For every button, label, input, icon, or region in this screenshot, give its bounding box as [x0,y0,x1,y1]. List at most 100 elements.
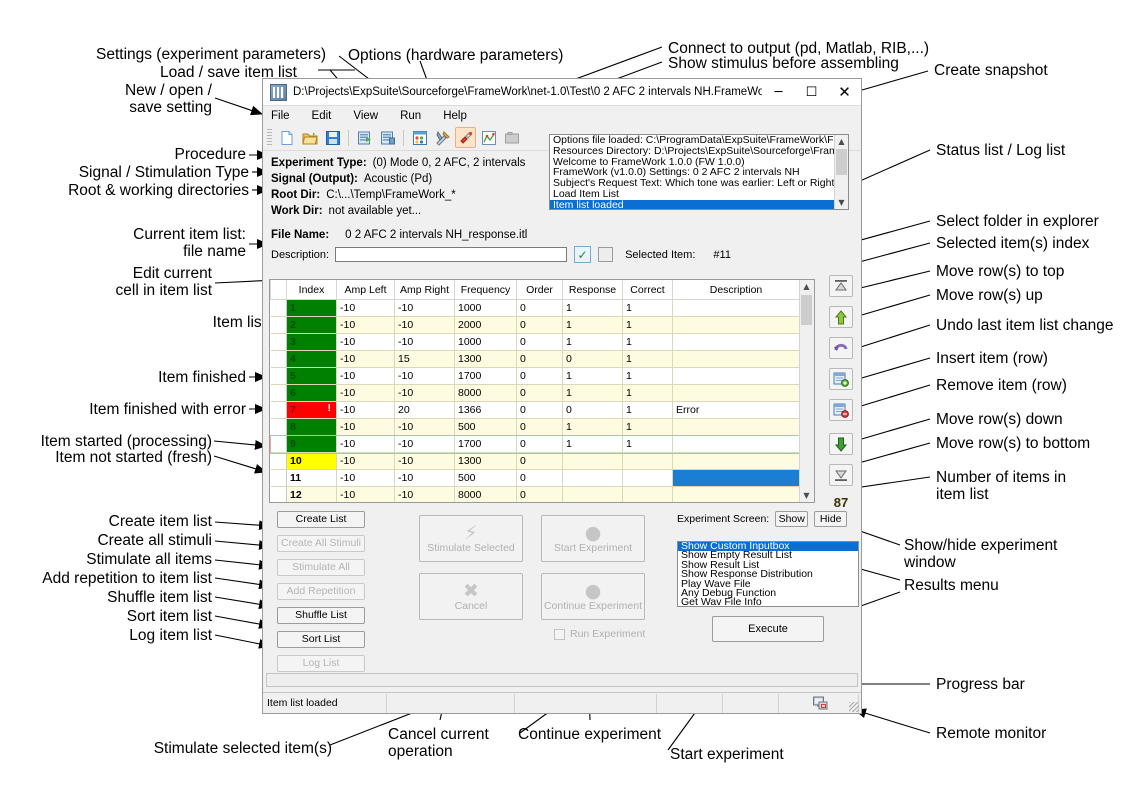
row-selector[interactable] [270,452,287,470]
scroll-up-icon[interactable]: ▲ [835,135,848,148]
col-index[interactable]: Index [286,280,337,300]
cell-description[interactable] [672,418,800,436]
cell-response[interactable]: 1 [562,384,623,402]
cell-order[interactable]: 0 [516,486,563,502]
remote-monitor-cell[interactable] [779,693,859,713]
cell-order[interactable]: 0 [516,401,563,419]
toolbar-grip[interactable] [267,129,272,146]
menu-file[interactable]: File [271,110,290,122]
select-folder-button[interactable] [598,247,614,262]
cell-correct[interactable]: 1 [622,401,673,419]
cell-index[interactable]: 4 [286,350,337,368]
results-menu-item[interactable]: Get Wav File Info [678,597,858,606]
cell-order[interactable]: 0 [516,384,563,402]
connect-output-icon[interactable] [455,127,476,148]
cell-correct[interactable]: 1 [622,333,673,351]
scrollbar-thumb[interactable] [836,149,847,175]
cell-response[interactable]: 1 [562,299,623,317]
row-selector[interactable] [270,418,287,436]
table-row[interactable]: 6 -10 -10 8000 0 1 1 [270,384,800,402]
cell-frequency[interactable]: 1700 [454,367,517,385]
cell-response[interactable]: 0 [562,401,623,419]
cell-order[interactable]: 0 [516,350,563,368]
cell-frequency[interactable]: 500 [454,418,517,436]
table-row[interactable]: 7-10201366001Error [270,401,800,419]
close-button[interactable]: ✕ [828,79,861,105]
table-row[interactable]: 4 -10 15 1300 0 0 1 [270,350,800,368]
menu-help[interactable]: Help [443,110,467,122]
undo-button[interactable] [829,337,853,359]
move-down-button[interactable] [829,433,853,455]
show-stimulus-icon[interactable] [478,127,499,148]
description-input[interactable] [335,247,568,262]
insert-row-button[interactable] [829,368,853,390]
cell-correct[interactable]: 1 [622,316,673,334]
maximize-button[interactable]: ☐ [795,79,828,105]
cell-response[interactable]: 1 [562,333,623,351]
cell-index[interactable]: 2 [286,316,337,334]
cell-frequency[interactable]: 1300 [454,350,517,368]
cell-frequency[interactable]: 8000 [454,384,517,402]
cell-frequency[interactable]: 1000 [454,333,517,351]
row-selector[interactable] [270,469,287,487]
col-response[interactable]: Response [562,280,623,300]
cell-amp-left[interactable]: -10 [336,452,395,470]
snapshot-icon[interactable] [501,127,522,148]
cell-frequency[interactable]: 1366 [454,401,517,419]
cell-response[interactable]: 1 [562,418,623,436]
resize-grip[interactable] [849,702,859,712]
row-selector[interactable] [270,486,287,502]
shuffle-list-button[interactable]: Shuffle List [277,607,365,624]
col-order[interactable]: Order [516,280,563,300]
status-log-scrollbar[interactable]: ▲ ▼ [834,135,848,209]
cell-correct[interactable] [622,452,673,470]
cell-amp-right[interactable]: -10 [394,486,455,502]
cell-description[interactable] [672,469,800,487]
cell-correct[interactable]: 1 [622,384,673,402]
table-row[interactable]: 8 -10 -10 500 0 1 1 [270,418,800,436]
table-row[interactable]: 3 -10 -10 1000 0 1 1 [270,333,800,351]
cell-order[interactable]: 0 [516,435,563,453]
cell-frequency[interactable]: 500 [454,469,517,487]
cell-description[interactable]: Error [672,401,800,419]
cell-correct[interactable]: 1 [622,435,673,453]
cell-index[interactable]: 5 [286,367,337,385]
cell-index[interactable]: 11 [286,469,337,487]
move-to-top-button[interactable] [829,275,853,297]
cell-index[interactable]: 8 [286,418,337,436]
menu-run[interactable]: Run [400,110,421,122]
apply-edit-button[interactable]: ✓ [574,246,592,263]
cell-description[interactable] [672,299,800,317]
show-button[interactable]: Show [775,511,809,527]
cell-amp-right[interactable]: -10 [394,367,455,385]
cell-amp-right[interactable]: -10 [394,418,455,436]
cell-amp-left[interactable]: -10 [336,401,395,419]
cell-amp-left[interactable]: -10 [336,350,395,368]
cell-correct[interactable]: 1 [622,350,673,368]
row-selector[interactable] [270,333,287,351]
continue-experiment-button[interactable]: ● Continue Experiment [541,573,645,620]
cell-correct[interactable]: 1 [622,367,673,385]
move-to-bottom-button[interactable] [829,464,853,486]
minimize-button[interactable]: ─ [762,79,795,105]
options-icon[interactable] [432,127,453,148]
cell-correct[interactable] [622,486,673,502]
col-description[interactable]: Description [672,280,800,300]
cell-frequency[interactable]: 1700 [454,435,517,453]
cell-amp-right[interactable]: -10 [394,384,455,402]
scrollbar-thumb[interactable] [801,295,812,325]
scroll-up-icon[interactable]: ▲ [800,280,813,293]
cell-index[interactable]: 9 [286,435,337,453]
table-row[interactable]: 10 -10 -10 1300 0 [270,452,800,470]
log-list-button[interactable]: Log List [277,655,365,672]
save-icon[interactable] [322,127,343,148]
results-menu-list[interactable]: Show Custom Inputbox Show Empty Result L… [677,541,859,607]
cell-description[interactable] [672,316,800,334]
cell-response[interactable]: 1 [562,316,623,334]
start-experiment-button[interactable]: ● Start Experiment [541,515,645,562]
cell-correct[interactable]: 1 [622,299,673,317]
run-experiment-checkbox[interactable]: Run Experiment [554,628,645,640]
table-row[interactable]: 9 -10 -10 1700 0 1 1 [270,434,800,454]
cell-frequency[interactable]: 8000 [454,486,517,502]
table-row[interactable]: 12 -10 -10 8000 0 [270,486,800,502]
